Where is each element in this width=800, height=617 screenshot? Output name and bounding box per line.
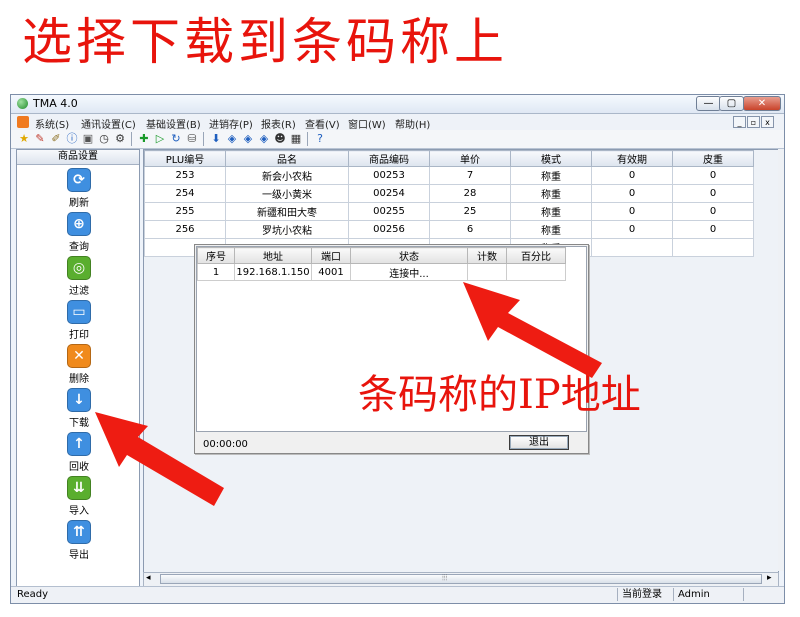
arrow-to-ip-address — [463, 282, 602, 378]
annotation-arrows — [95, 282, 602, 506]
arrow-to-download-button — [95, 412, 224, 506]
